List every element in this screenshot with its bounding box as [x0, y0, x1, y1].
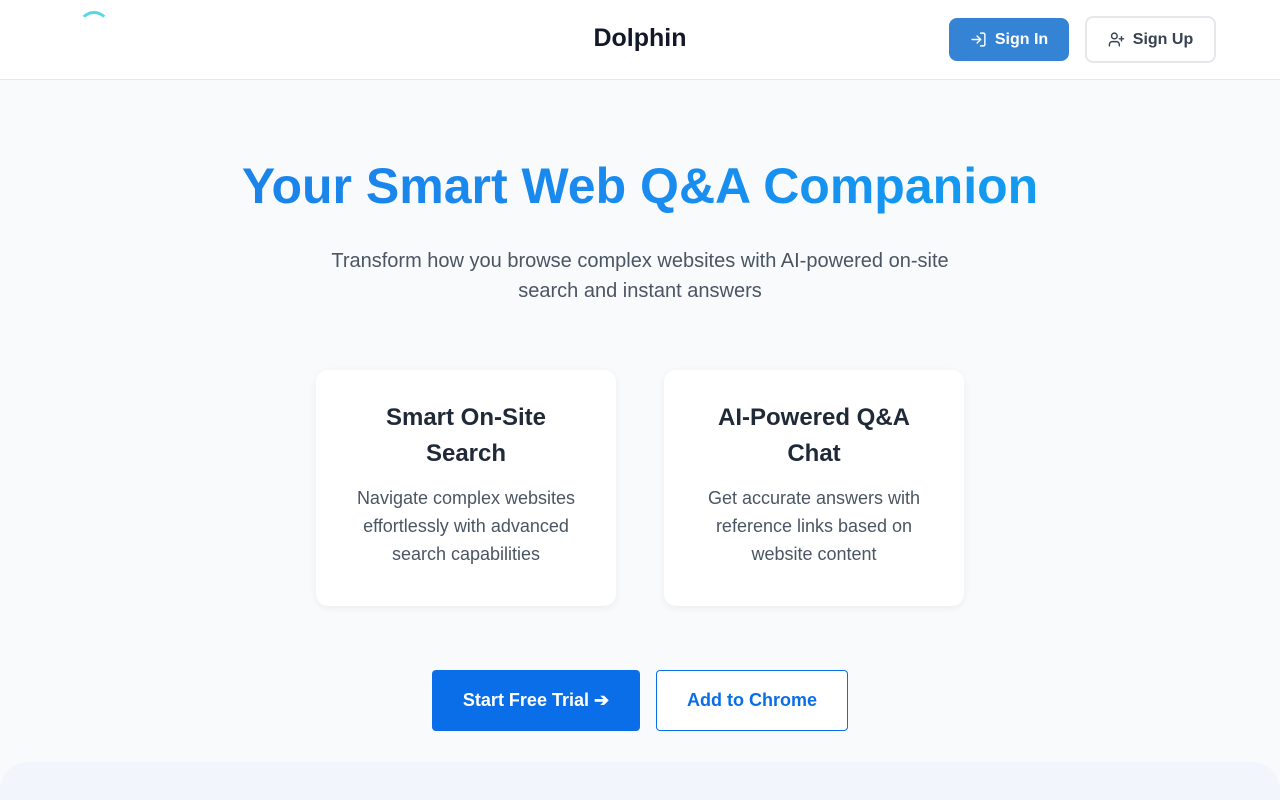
- start-free-trial-button[interactable]: Start Free Trial ➔: [432, 670, 640, 731]
- feature-description: Navigate complex websites effortlessly w…: [356, 488, 576, 564]
- feature-card-chat: AI-Powered Q&A Chat Get accurate answers…: [664, 370, 964, 606]
- sign-up-label: Sign Up: [1132, 30, 1194, 48]
- top-nav: Dolphin Sign In Sign Up: [0, 0, 1280, 80]
- feature-title: AI-Powered Q&A Chat: [717, 404, 911, 467]
- feature-card-search: Smart On-Site Search Navigate complex we…: [316, 370, 616, 606]
- user-plus-icon: [1108, 32, 1125, 47]
- sign-in-button[interactable]: Sign In: [949, 18, 1069, 61]
- feature-title: Smart On-Site Search: [385, 404, 547, 467]
- hero-title: Your Smart Web Q&A Companion: [0, 157, 1280, 215]
- log-in-icon: [971, 32, 986, 47]
- bottom-panel: [0, 762, 1280, 800]
- add-to-chrome-button[interactable]: Add to Chrome: [656, 670, 848, 731]
- hero-subtitle: Transform how you browse complex website…: [331, 250, 949, 302]
- sign-up-button[interactable]: Sign Up: [1085, 16, 1216, 63]
- logo-arc-icon: [78, 11, 110, 17]
- feature-description: Get accurate answers with reference link…: [707, 488, 921, 564]
- sign-in-label: Sign In: [994, 30, 1049, 48]
